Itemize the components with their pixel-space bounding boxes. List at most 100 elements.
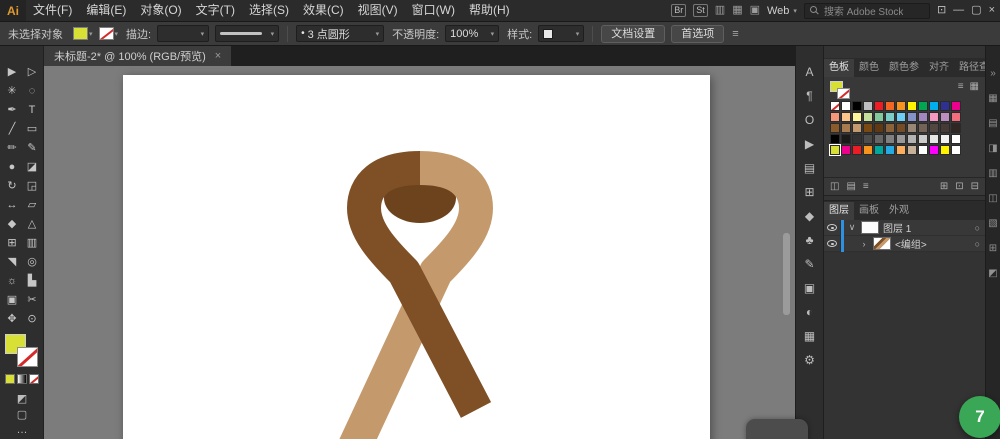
collapsed-panel-7-icon[interactable]: ⊞ <box>986 240 1000 256</box>
swatch-42[interactable] <box>885 134 895 144</box>
swatch-21[interactable] <box>918 112 928 122</box>
menu-1[interactable]: 文件(F) <box>26 0 79 21</box>
vertical-scrollbar[interactable] <box>783 233 790 315</box>
menu-9[interactable]: 帮助(H) <box>462 0 517 21</box>
symbols-panel-icon[interactable]: ♣ <box>799 229 821 250</box>
list-view-icon[interactable]: ≡ <box>958 81 964 92</box>
swatch-35[interactable] <box>940 123 950 133</box>
swatch-1[interactable] <box>830 101 840 111</box>
swatch-5[interactable] <box>874 101 884 111</box>
grid-view-icon[interactable]: ▦ <box>970 81 979 92</box>
swatch-13[interactable] <box>830 112 840 122</box>
layout-columns-icon[interactable]: ▥ <box>715 0 725 21</box>
tool-scale[interactable]: ◲ <box>22 176 42 195</box>
collapsed-panel-5-icon[interactable]: ◫ <box>986 190 1000 206</box>
tool-eyedropper[interactable]: ◥ <box>2 252 22 271</box>
swatch-18[interactable] <box>885 112 895 122</box>
minimize-button[interactable]: — <box>953 0 964 21</box>
swatch-9[interactable] <box>918 101 928 111</box>
workspace-switcher[interactable]: Web ▾ <box>767 5 797 17</box>
swatch-46[interactable] <box>929 134 939 144</box>
swatch-57[interactable] <box>918 145 928 155</box>
swatch-37[interactable] <box>830 134 840 144</box>
document-setup-button[interactable]: 文档设置 <box>601 25 665 43</box>
menu-6[interactable]: 效果(C) <box>296 0 351 21</box>
swatch-41[interactable] <box>874 134 884 144</box>
tool-slice[interactable]: ✂ <box>22 290 42 309</box>
swatch-25[interactable] <box>830 123 840 133</box>
swatch-libraries-icon[interactable]: ◫ <box>830 181 839 192</box>
swatch-48[interactable] <box>951 134 961 144</box>
dock-window-button[interactable]: ⊡ <box>937 0 946 21</box>
tool-rotate[interactable]: ↻ <box>2 176 22 195</box>
swatch-12[interactable] <box>951 101 961 111</box>
brushes-panel-icon[interactable]: ✎ <box>799 253 821 274</box>
visibility-toggle[interactable] <box>824 220 841 235</box>
collapsed-panel-1-icon[interactable]: ▦ <box>986 90 1000 106</box>
delete-swatch-icon[interactable]: ⊟ <box>971 181 979 192</box>
swatch-8[interactable] <box>907 101 917 111</box>
swatch-17[interactable] <box>874 112 884 122</box>
swatch-43[interactable] <box>896 134 906 144</box>
stock-search-input[interactable]: 搜索 Adobe Stock <box>804 3 930 19</box>
tool-paintbrush[interactable]: ✏ <box>2 138 22 157</box>
tool-type[interactable]: T <box>22 100 42 119</box>
screen-mode-icon[interactable]: ▢ <box>0 406 44 422</box>
swatch-45[interactable] <box>918 134 928 144</box>
swatch-22[interactable] <box>929 112 939 122</box>
libraries-panel-icon[interactable]: ▦ <box>799 325 821 346</box>
graphic-styles-panel-icon[interactable]: ▣ <box>799 277 821 298</box>
tool-shape-builder[interactable]: ◆ <box>2 214 22 233</box>
swatch-54[interactable] <box>885 145 895 155</box>
canvas[interactable] <box>44 66 795 439</box>
swatch-28[interactable] <box>863 123 873 133</box>
swatch-26[interactable] <box>841 123 851 133</box>
transform-panel-icon[interactable]: ⊞ <box>799 181 821 202</box>
collapsed-panel-2-icon[interactable]: ▤ <box>986 115 1000 131</box>
target-icon[interactable]: ○ <box>975 239 980 249</box>
pathfinder-panel-icon[interactable]: ◆ <box>799 205 821 226</box>
restore-button[interactable]: ▢ <box>971 0 981 21</box>
tool-perspective-grid[interactable]: △ <box>22 214 42 233</box>
swatch-19[interactable] <box>896 112 906 122</box>
new-color-group-icon[interactable]: ⊞ <box>940 181 948 192</box>
swatch-34[interactable] <box>929 123 939 133</box>
collapse-dock-icon[interactable]: » <box>986 65 1000 81</box>
drawing-modes-icon[interactable]: ◩ <box>0 390 44 406</box>
menu-3[interactable]: 对象(O) <box>133 0 188 21</box>
tool-direct-selection[interactable]: ▷ <box>22 62 42 81</box>
character-panel-icon[interactable]: A <box>799 61 821 82</box>
swatch-11[interactable] <box>940 101 950 111</box>
tool-hand[interactable]: ✥ <box>2 309 22 328</box>
tool-column-graph[interactable]: ▙ <box>22 271 42 290</box>
layout-grid-icon[interactable]: ▦ <box>732 0 742 21</box>
swatch-3[interactable] <box>852 101 862 111</box>
layers-tab-1[interactable]: 图层 <box>824 202 854 220</box>
tool-mesh[interactable]: ⊞ <box>2 233 22 252</box>
opacity-select[interactable]: 100% ▾ <box>445 25 499 42</box>
swatch-58[interactable] <box>929 145 939 155</box>
edit-toolbar-icon[interactable]: … <box>0 422 44 438</box>
swatch-49[interactable] <box>830 145 840 155</box>
menu-5[interactable]: 选择(S) <box>242 0 296 21</box>
swatch-6[interactable] <box>885 101 895 111</box>
new-swatch-icon[interactable]: ⊡ <box>955 181 963 192</box>
tool-pencil[interactable]: ✎ <box>22 138 42 157</box>
gradient-mode-button[interactable] <box>17 374 27 384</box>
document-tab[interactable]: 未标题-2* @ 100% (RGB/预览) × <box>44 46 231 66</box>
tool-width[interactable]: ↔ <box>2 195 22 214</box>
tool-lasso[interactable]: ◌ <box>22 81 42 100</box>
swatch-50[interactable] <box>841 145 851 155</box>
stroke-color-swatch[interactable] <box>99 27 114 40</box>
collapsed-panel-3-icon[interactable]: ◨ <box>986 140 1000 156</box>
menu-2[interactable]: 编辑(E) <box>79 0 133 21</box>
swatch-10[interactable] <box>929 101 939 111</box>
layer-row-group[interactable]: ›<编组>○ <box>824 236 985 252</box>
none-mode-button[interactable] <box>29 374 39 384</box>
swatch-4[interactable] <box>863 101 873 111</box>
swatch-31[interactable] <box>896 123 906 133</box>
layer-thumbnail[interactable] <box>873 237 891 250</box>
swatch-24[interactable] <box>951 112 961 122</box>
swatch-60[interactable] <box>951 145 961 155</box>
chevron-down-icon[interactable]: ▾ <box>89 30 93 38</box>
